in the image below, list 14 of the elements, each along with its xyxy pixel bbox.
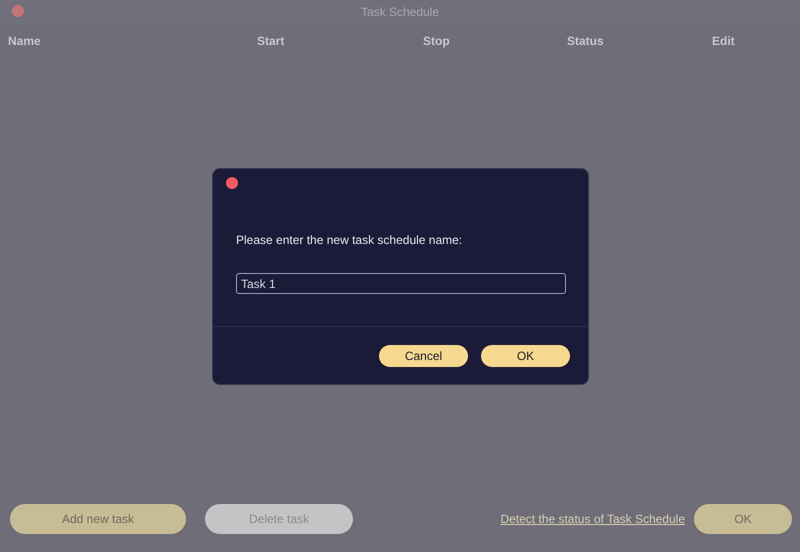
detect-status-link[interactable]: Detect the status of Task Schedule xyxy=(500,512,685,526)
footer-button[interactable]: Add new task xyxy=(10,504,186,534)
close-button[interactable] xyxy=(226,177,238,189)
column-header: Start xyxy=(257,34,286,48)
column-header: Stop xyxy=(423,34,451,48)
ok-button[interactable]: OK xyxy=(694,504,792,534)
prompt-text: Please enter the new task schedule name: xyxy=(236,233,464,247)
column-header: Edit xyxy=(712,34,736,48)
column-header: Name xyxy=(8,34,42,48)
column-header: Status xyxy=(567,34,605,48)
dialog-button[interactable]: OK xyxy=(481,344,570,366)
dialog-button[interactable]: Cancel xyxy=(379,344,468,366)
window-title: Task Schedule xyxy=(360,5,440,19)
name-input-field[interactable]: Task 1 xyxy=(236,273,566,294)
